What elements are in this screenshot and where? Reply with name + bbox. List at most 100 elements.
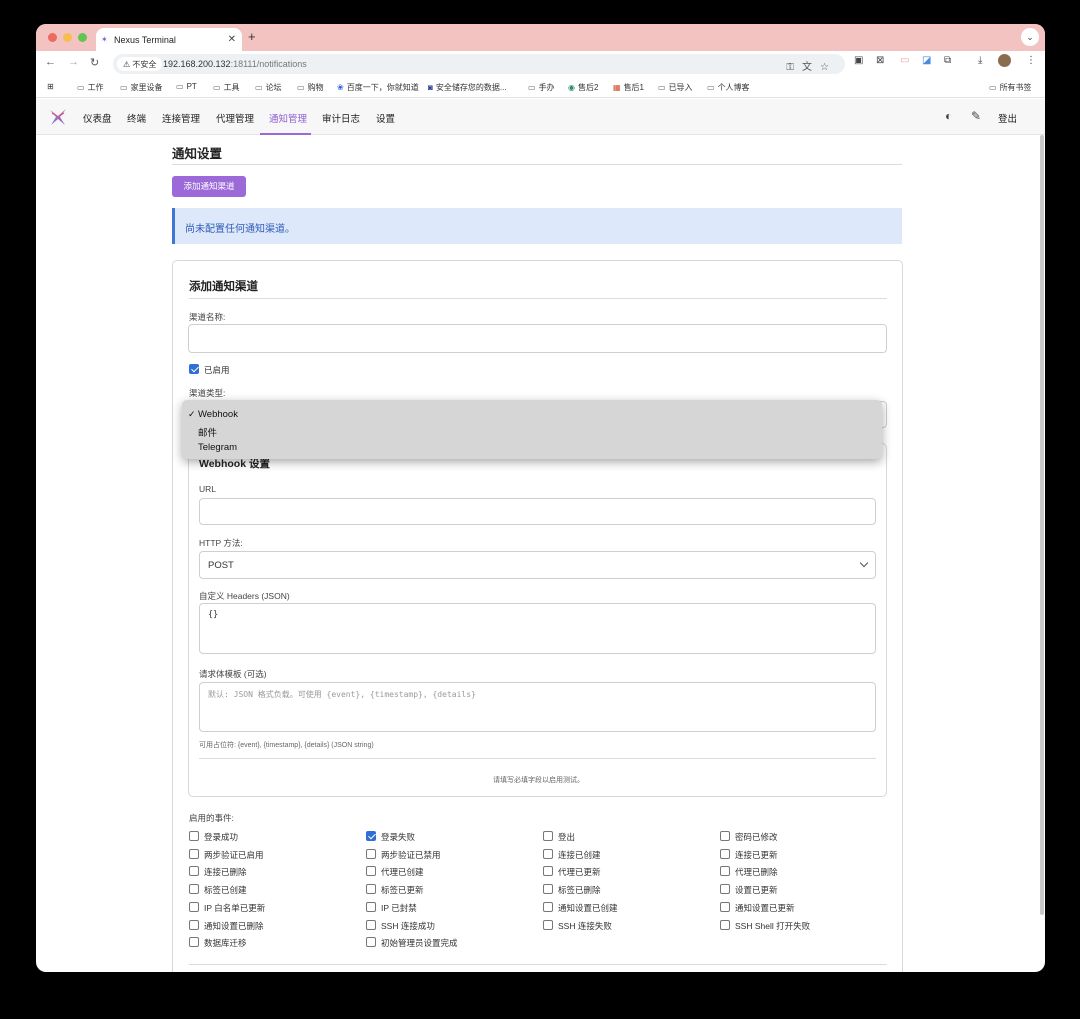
- event-checkbox[interactable]: [366, 919, 376, 930]
- bookmark-link[interactable]: ◉ 售后2: [568, 82, 598, 93]
- event-checkbox[interactable]: [366, 937, 376, 948]
- zoom-window-button[interactable]: [78, 33, 87, 42]
- channel-type-option[interactable]: 邮件: [198, 425, 217, 439]
- extension-icon[interactable]: ▭: [900, 55, 909, 66]
- translate-icon[interactable]: 文: [802, 62, 820, 73]
- event-checkbox[interactable]: [189, 919, 199, 930]
- channel-type-option[interactable]: Webhook: [198, 409, 238, 420]
- reload-icon[interactable]: ↻: [90, 56, 99, 69]
- tab-strip: ✶ Nexus Terminal ✕ + ⌄: [36, 24, 1045, 51]
- new-tab-icon[interactable]: +: [248, 29, 256, 44]
- all-bookmarks-folder[interactable]: ▭ 所有书签: [989, 82, 1032, 93]
- nexus-logo-icon[interactable]: [48, 107, 68, 127]
- event-label: SSH 连接成功: [381, 920, 435, 931]
- add-channel-form: 添加通知渠道 渠道名称: 已启用 渠道类型: Webhook 设置 URL HT…: [172, 260, 903, 972]
- security-indicator[interactable]: ⚠ 不安全: [117, 57, 163, 71]
- minimize-window-button[interactable]: [63, 33, 72, 42]
- bookmark-link[interactable]: ◙ 安全储存您的数据...: [428, 82, 507, 93]
- event-checkbox[interactable]: [543, 866, 553, 877]
- nav-settings[interactable]: 设置: [376, 111, 395, 125]
- event-checkbox[interactable]: [720, 919, 730, 930]
- nav-proxies[interactable]: 代理管理: [216, 111, 254, 125]
- event-checkbox[interactable]: [189, 831, 199, 841]
- webhook-url-input[interactable]: [199, 498, 876, 525]
- apps-grid-icon[interactable]: ⊞: [47, 82, 54, 91]
- event-checkbox[interactable]: [189, 866, 199, 877]
- bookmark-link[interactable]: ❀ 百度一下，你就知道: [337, 82, 419, 93]
- body-template-label: 请求体模板 (可选): [199, 669, 267, 679]
- tab-search-icon[interactable]: ⌄: [1021, 28, 1039, 46]
- event-checkbox[interactable]: [720, 848, 730, 859]
- add-channel-button[interactable]: 添加通知渠道: [172, 176, 246, 197]
- password-key-icon[interactable]: ⚿: [786, 62, 802, 73]
- nav-connections[interactable]: 连接管理: [162, 111, 200, 125]
- page-scrollbar[interactable]: [1040, 135, 1044, 915]
- event-label: 连接已创建: [558, 849, 601, 860]
- logout-link[interactable]: 登出: [998, 111, 1017, 125]
- bookmark-folder[interactable]: ▭ 工作: [77, 82, 104, 93]
- nav-terminal[interactable]: 终端: [127, 111, 146, 125]
- bookmark-folder[interactable]: ▭ 个人博客: [707, 82, 750, 93]
- download-icon[interactable]: ⤓: [978, 55, 982, 66]
- url-host: 192.168.200.132: [163, 59, 231, 69]
- folder-icon: ▭: [255, 83, 263, 92]
- extension-icon[interactable]: ▣: [854, 55, 863, 66]
- event-label: SSH Shell 打开失败: [735, 920, 811, 931]
- event-checkbox[interactable]: [189, 848, 199, 859]
- bookmark-folder[interactable]: ▭ 手办: [528, 82, 555, 93]
- events-label: 启用的事件:: [189, 813, 234, 823]
- close-tab-icon[interactable]: ✕: [228, 34, 236, 45]
- event-checkbox[interactable]: [189, 901, 199, 912]
- event-checkbox[interactable]: [366, 866, 376, 877]
- extension-icon[interactable]: ◪: [922, 55, 931, 66]
- event-checkbox[interactable]: [543, 884, 553, 895]
- channel-type-option[interactable]: Telegram: [198, 442, 237, 453]
- browser-menu-icon[interactable]: ⋮: [1026, 55, 1036, 66]
- event-checkbox[interactable]: [543, 848, 553, 859]
- extension-icon[interactable]: ⊠: [876, 55, 884, 66]
- event-checkbox[interactable]: [189, 884, 199, 895]
- headers-textarea[interactable]: {}: [199, 603, 876, 654]
- event-checkbox[interactable]: [366, 884, 376, 895]
- http-method-select[interactable]: POST: [199, 551, 876, 579]
- browser-window: ✶ Nexus Terminal ✕ + ⌄ ← → ↻ ⚠ 不安全 192.1…: [36, 24, 1045, 972]
- nav-dashboard[interactable]: 仪表盘: [83, 111, 112, 125]
- event-checkbox[interactable]: [189, 937, 199, 948]
- event-checkbox[interactable]: [720, 866, 730, 877]
- bookmark-folder[interactable]: ▭ 论坛: [255, 82, 282, 93]
- nav-audit-log[interactable]: 审计日志: [322, 111, 360, 125]
- event-checkbox[interactable]: [720, 901, 730, 912]
- bookmark-folder[interactable]: ▭ 购物: [297, 82, 324, 93]
- event-checkbox[interactable]: [720, 831, 730, 841]
- forward-icon[interactable]: →: [68, 56, 79, 68]
- bookmark-folder[interactable]: ▭ 家里设备: [120, 82, 163, 93]
- browser-tab[interactable]: ✶ Nexus Terminal ✕: [96, 28, 242, 51]
- profile-avatar[interactable]: [998, 54, 1011, 67]
- storage-app-icon: ◙: [428, 83, 433, 92]
- nav-notifications[interactable]: 通知管理: [269, 111, 307, 125]
- event-checkbox[interactable]: [543, 919, 553, 930]
- bookmark-star-icon[interactable]: ☆: [820, 62, 837, 73]
- close-window-button[interactable]: [48, 33, 57, 42]
- bookmark-folder[interactable]: ▭ PT: [176, 82, 197, 91]
- event-checkbox[interactable]: [543, 831, 553, 841]
- bookmark-link[interactable]: ▦ 售后1: [613, 82, 644, 93]
- brush-icon[interactable]: ✎: [971, 109, 981, 123]
- back-icon[interactable]: ←: [45, 56, 56, 68]
- event-checkbox[interactable]: [366, 831, 376, 841]
- omnibox-actions: ⚿文☆: [786, 58, 837, 73]
- github-icon[interactable]: ◐: [945, 109, 952, 123]
- enabled-checkbox[interactable]: [189, 364, 199, 374]
- extensions-puzzle-icon[interactable]: ⧉: [944, 55, 951, 66]
- bookmark-folder[interactable]: ▭ 工具: [213, 82, 240, 93]
- event-checkbox[interactable]: [366, 848, 376, 859]
- channel-name-input[interactable]: [188, 324, 887, 353]
- event-checkbox[interactable]: [543, 901, 553, 912]
- address-bar[interactable]: ⚠ 不安全 192.168.200.132:18111/notification…: [113, 54, 845, 74]
- empty-channels-alert: 尚未配置任何通知渠道。: [172, 208, 902, 244]
- events-divider: [189, 964, 887, 965]
- event-checkbox[interactable]: [366, 901, 376, 912]
- bookmark-folder[interactable]: ▭ 已导入: [658, 82, 693, 93]
- event-checkbox[interactable]: [720, 884, 730, 895]
- body-template-textarea[interactable]: 默认: JSON 格式负载。可使用 {event}, {timestamp}, …: [199, 682, 876, 732]
